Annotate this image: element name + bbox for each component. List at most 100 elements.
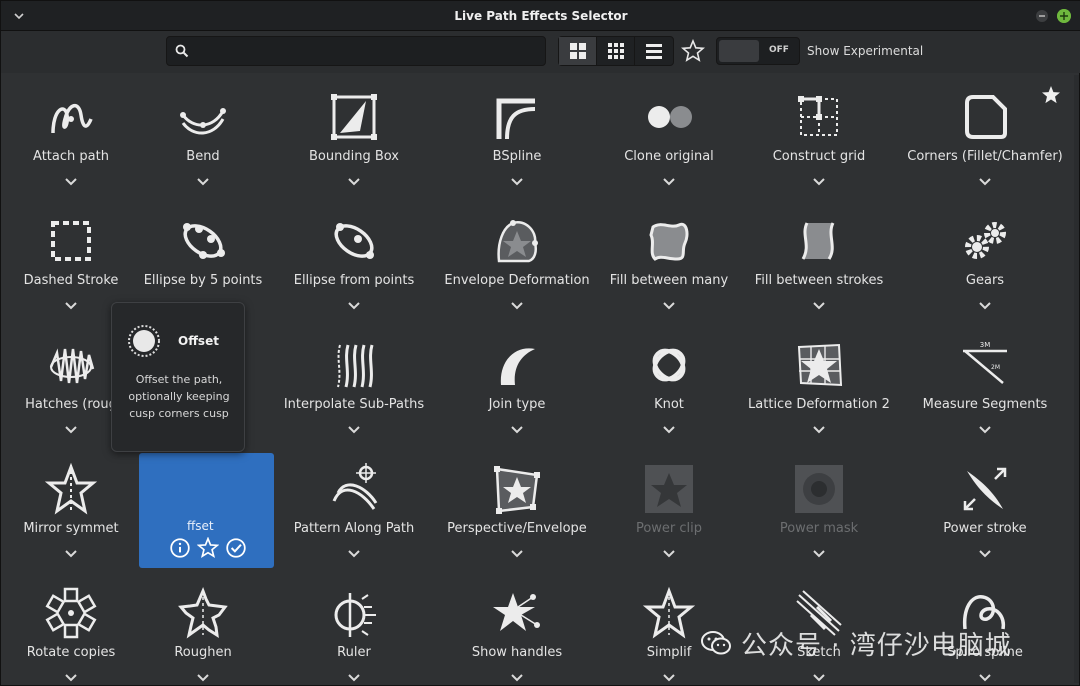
join-type-icon xyxy=(489,337,545,393)
expand-chevron-icon[interactable] xyxy=(811,173,827,186)
effect-card[interactable]: Bounding Box xyxy=(279,81,429,201)
expand-chevron-icon[interactable] xyxy=(63,669,79,682)
effect-card[interactable]: Envelope Deformation xyxy=(442,205,592,325)
maximize-icon[interactable] xyxy=(1057,9,1071,23)
effect-label: Power mask xyxy=(779,521,859,536)
effect-card[interactable]: Fill between many xyxy=(594,205,744,325)
effect-card[interactable]: Mirror symmet xyxy=(4,453,146,573)
expand-chevron-icon[interactable] xyxy=(509,297,525,310)
expand-chevron-icon[interactable] xyxy=(346,545,362,558)
expand-chevron-icon[interactable] xyxy=(346,669,362,682)
effect-card[interactable]: Join type xyxy=(442,329,592,449)
effect-card[interactable]: Show handles xyxy=(442,577,592,683)
expand-chevron-icon[interactable] xyxy=(661,545,677,558)
expand-chevron-icon[interactable] xyxy=(811,545,827,558)
effect-label: Roughen xyxy=(174,645,232,660)
effect-tooltip: Offset Offset the path, optionally keepi… xyxy=(111,302,245,452)
small-grid-view-button[interactable] xyxy=(597,37,635,65)
lpe-selector-window: Live Path Effects Selector OFF Show Expe… xyxy=(0,0,1080,686)
expand-chevron-icon[interactable] xyxy=(509,173,525,186)
effect-card[interactable]: Fill between strokes xyxy=(744,205,894,325)
expand-chevron-icon[interactable] xyxy=(977,669,993,682)
effect-card[interactable]: Power stroke xyxy=(910,453,1060,573)
effect-card[interactable] xyxy=(128,453,278,573)
show-experimental-toggle[interactable]: OFF xyxy=(716,37,800,65)
effect-card[interactable]: BSpline xyxy=(442,81,592,201)
effect-card[interactable]: Corners (Fillet/Chamfer) xyxy=(907,81,1063,201)
corners-icon xyxy=(957,89,1013,145)
list-view-button[interactable] xyxy=(635,37,673,65)
expand-chevron-icon[interactable] xyxy=(63,173,79,186)
expand-chevron-icon[interactable] xyxy=(977,545,993,558)
effect-card[interactable]: Ellipse from points xyxy=(279,205,429,325)
ellipse-from-points-icon xyxy=(326,213,382,269)
expand-chevron-icon[interactable] xyxy=(661,421,677,434)
expand-chevron-icon[interactable] xyxy=(811,421,827,434)
effect-card[interactable]: Attach path xyxy=(4,81,146,201)
expand-chevron-icon[interactable] xyxy=(509,545,525,558)
effect-label: Ellipse from points xyxy=(293,273,415,288)
effect-label: BSpline xyxy=(492,149,542,164)
power-clip-icon xyxy=(641,461,697,517)
effect-card[interactable]: Power clip xyxy=(594,453,744,573)
expand-chevron-icon[interactable] xyxy=(661,173,677,186)
expand-chevron-icon[interactable] xyxy=(977,297,993,310)
effect-card[interactable]: Bend xyxy=(128,81,278,201)
expand-chevron-icon[interactable] xyxy=(661,297,677,310)
effect-card[interactable]: Construct grid xyxy=(744,81,894,201)
corners-favorite-star-icon[interactable] xyxy=(1041,85,1061,105)
expand-chevron-icon[interactable] xyxy=(346,173,362,186)
toggle-state: OFF xyxy=(769,45,789,55)
search-field[interactable] xyxy=(166,36,546,66)
offset-icon xyxy=(128,325,160,357)
expand-chevron-icon[interactable] xyxy=(977,173,993,186)
expand-chevron-icon[interactable] xyxy=(63,421,79,434)
construct-grid-icon xyxy=(791,89,847,145)
effect-card[interactable]: Interpolate Sub-Paths xyxy=(279,329,429,449)
favorites-filter-star-icon[interactable] xyxy=(681,39,705,63)
effect-label: Lattice Deformation 2 xyxy=(748,397,890,412)
attach-path-icon xyxy=(43,89,99,145)
expand-chevron-icon[interactable] xyxy=(63,545,79,558)
effect-card[interactable]: Perspective/Envelope xyxy=(442,453,592,573)
effect-card[interactable]: Pattern Along Path xyxy=(279,453,429,573)
search-icon xyxy=(175,44,189,58)
effect-label: Corners (Fillet/Chamfer) xyxy=(907,149,1063,164)
effect-card[interactable]: Ruler xyxy=(279,577,429,683)
effect-label: Perspective/Envelope xyxy=(447,521,587,536)
large-grid-icon xyxy=(569,43,586,59)
effect-label: Envelope Deformation xyxy=(444,273,590,288)
effect-card[interactable]: 3M 2M Measure Segments xyxy=(910,329,1060,449)
effect-card[interactable]: Lattice Deformation 2 xyxy=(744,329,894,449)
effect-card[interactable]: Roughen xyxy=(128,577,278,683)
effect-label: Clone original xyxy=(624,149,714,164)
power-mask-icon xyxy=(791,461,847,517)
search-input[interactable] xyxy=(195,40,535,62)
effect-card[interactable]: Rotate copies xyxy=(4,577,146,683)
large-grid-view-button[interactable] xyxy=(559,37,597,65)
minimize-icon[interactable] xyxy=(1035,9,1049,23)
expand-chevron-icon[interactable] xyxy=(977,421,993,434)
svg-text:2M: 2M xyxy=(991,364,1000,371)
expand-chevron-icon[interactable] xyxy=(346,421,362,434)
expand-chevron-icon[interactable] xyxy=(195,173,211,186)
expand-chevron-icon[interactable] xyxy=(509,421,525,434)
bend-icon xyxy=(175,89,231,145)
effect-label: Show handles xyxy=(471,645,563,660)
expand-chevron-icon[interactable] xyxy=(509,669,525,682)
effect-card[interactable]: Power mask xyxy=(744,453,894,573)
toggle-knob xyxy=(719,40,759,62)
small-grid-icon xyxy=(607,43,624,59)
expand-chevron-icon[interactable] xyxy=(195,669,211,682)
effect-card[interactable]: Knot xyxy=(594,329,744,449)
vertical-scrollbar[interactable] xyxy=(1074,75,1079,683)
expand-chevron-icon[interactable] xyxy=(346,297,362,310)
expand-chevron-icon[interactable] xyxy=(811,669,827,682)
effect-card[interactable]: Clone original xyxy=(594,81,744,201)
expand-chevron-icon[interactable] xyxy=(811,297,827,310)
expand-chevron-icon[interactable] xyxy=(63,297,79,310)
effect-label: Fill between many xyxy=(609,273,729,288)
effect-card[interactable]: Gears xyxy=(910,205,1060,325)
expand-chevron-icon[interactable] xyxy=(661,669,677,682)
effect-label: Fill between strokes xyxy=(754,273,884,288)
